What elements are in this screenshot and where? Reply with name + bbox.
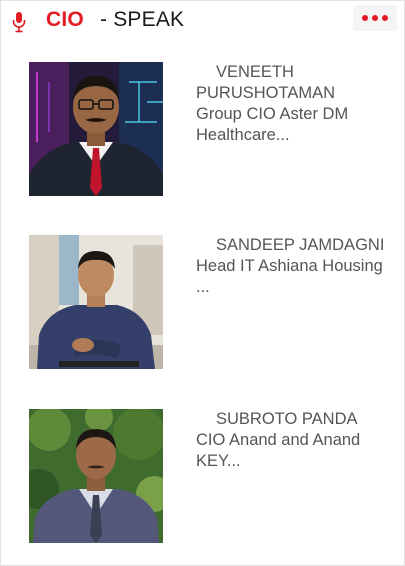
- speaker-role: CIO Anand and Anand KEY...: [196, 431, 361, 470]
- speaker-name: SUBROTO PANDA: [216, 410, 358, 428]
- speaker-card[interactable]: VENEETH PURUSHOTAMAN Group CIO Aster DM …: [29, 62, 401, 196]
- speaker-name: SANDEEP JAMDAGNI: [216, 236, 385, 254]
- more-dots-icon: [372, 15, 378, 21]
- speaker-card[interactable]: SANDEEP JAMDAGNI Head IT Ashiana Housing…: [29, 235, 401, 369]
- brand-subtitle: - SPEAK: [100, 8, 185, 31]
- speaker-role: Group CIO Aster DM Healthcare...: [196, 105, 349, 144]
- speaker-info[interactable]: SUBROTO PANDA CIO Anand and Anand KEY...: [196, 409, 396, 472]
- more-dots-icon: [382, 15, 388, 21]
- widget-header: CIO - SPEAK: [1, 1, 404, 41]
- speaker-info[interactable]: SANDEEP JAMDAGNI Head IT Ashiana Housing…: [196, 235, 396, 298]
- speaker-photo[interactable]: [29, 62, 163, 196]
- more-dots-icon: [362, 15, 368, 21]
- microphone-icon: [12, 12, 26, 33]
- brand-title: CIO: [46, 8, 84, 31]
- speaker-card[interactable]: SUBROTO PANDA CIO Anand and Anand KEY...: [29, 409, 401, 543]
- speaker-photo[interactable]: [29, 409, 163, 543]
- speaker-info[interactable]: VENEETH PURUSHOTAMAN Group CIO Aster DM …: [196, 62, 396, 146]
- speaker-role: Head IT Ashiana Housing ...: [196, 257, 383, 296]
- cio-speak-widget: CIO - SPEAK VENEETH PURUSHOTAMAN Group C…: [0, 0, 405, 566]
- speaker-name: VENEETH PURUSHOTAMAN: [196, 63, 336, 102]
- more-options-button[interactable]: [353, 5, 397, 31]
- speaker-photo[interactable]: [29, 235, 163, 369]
